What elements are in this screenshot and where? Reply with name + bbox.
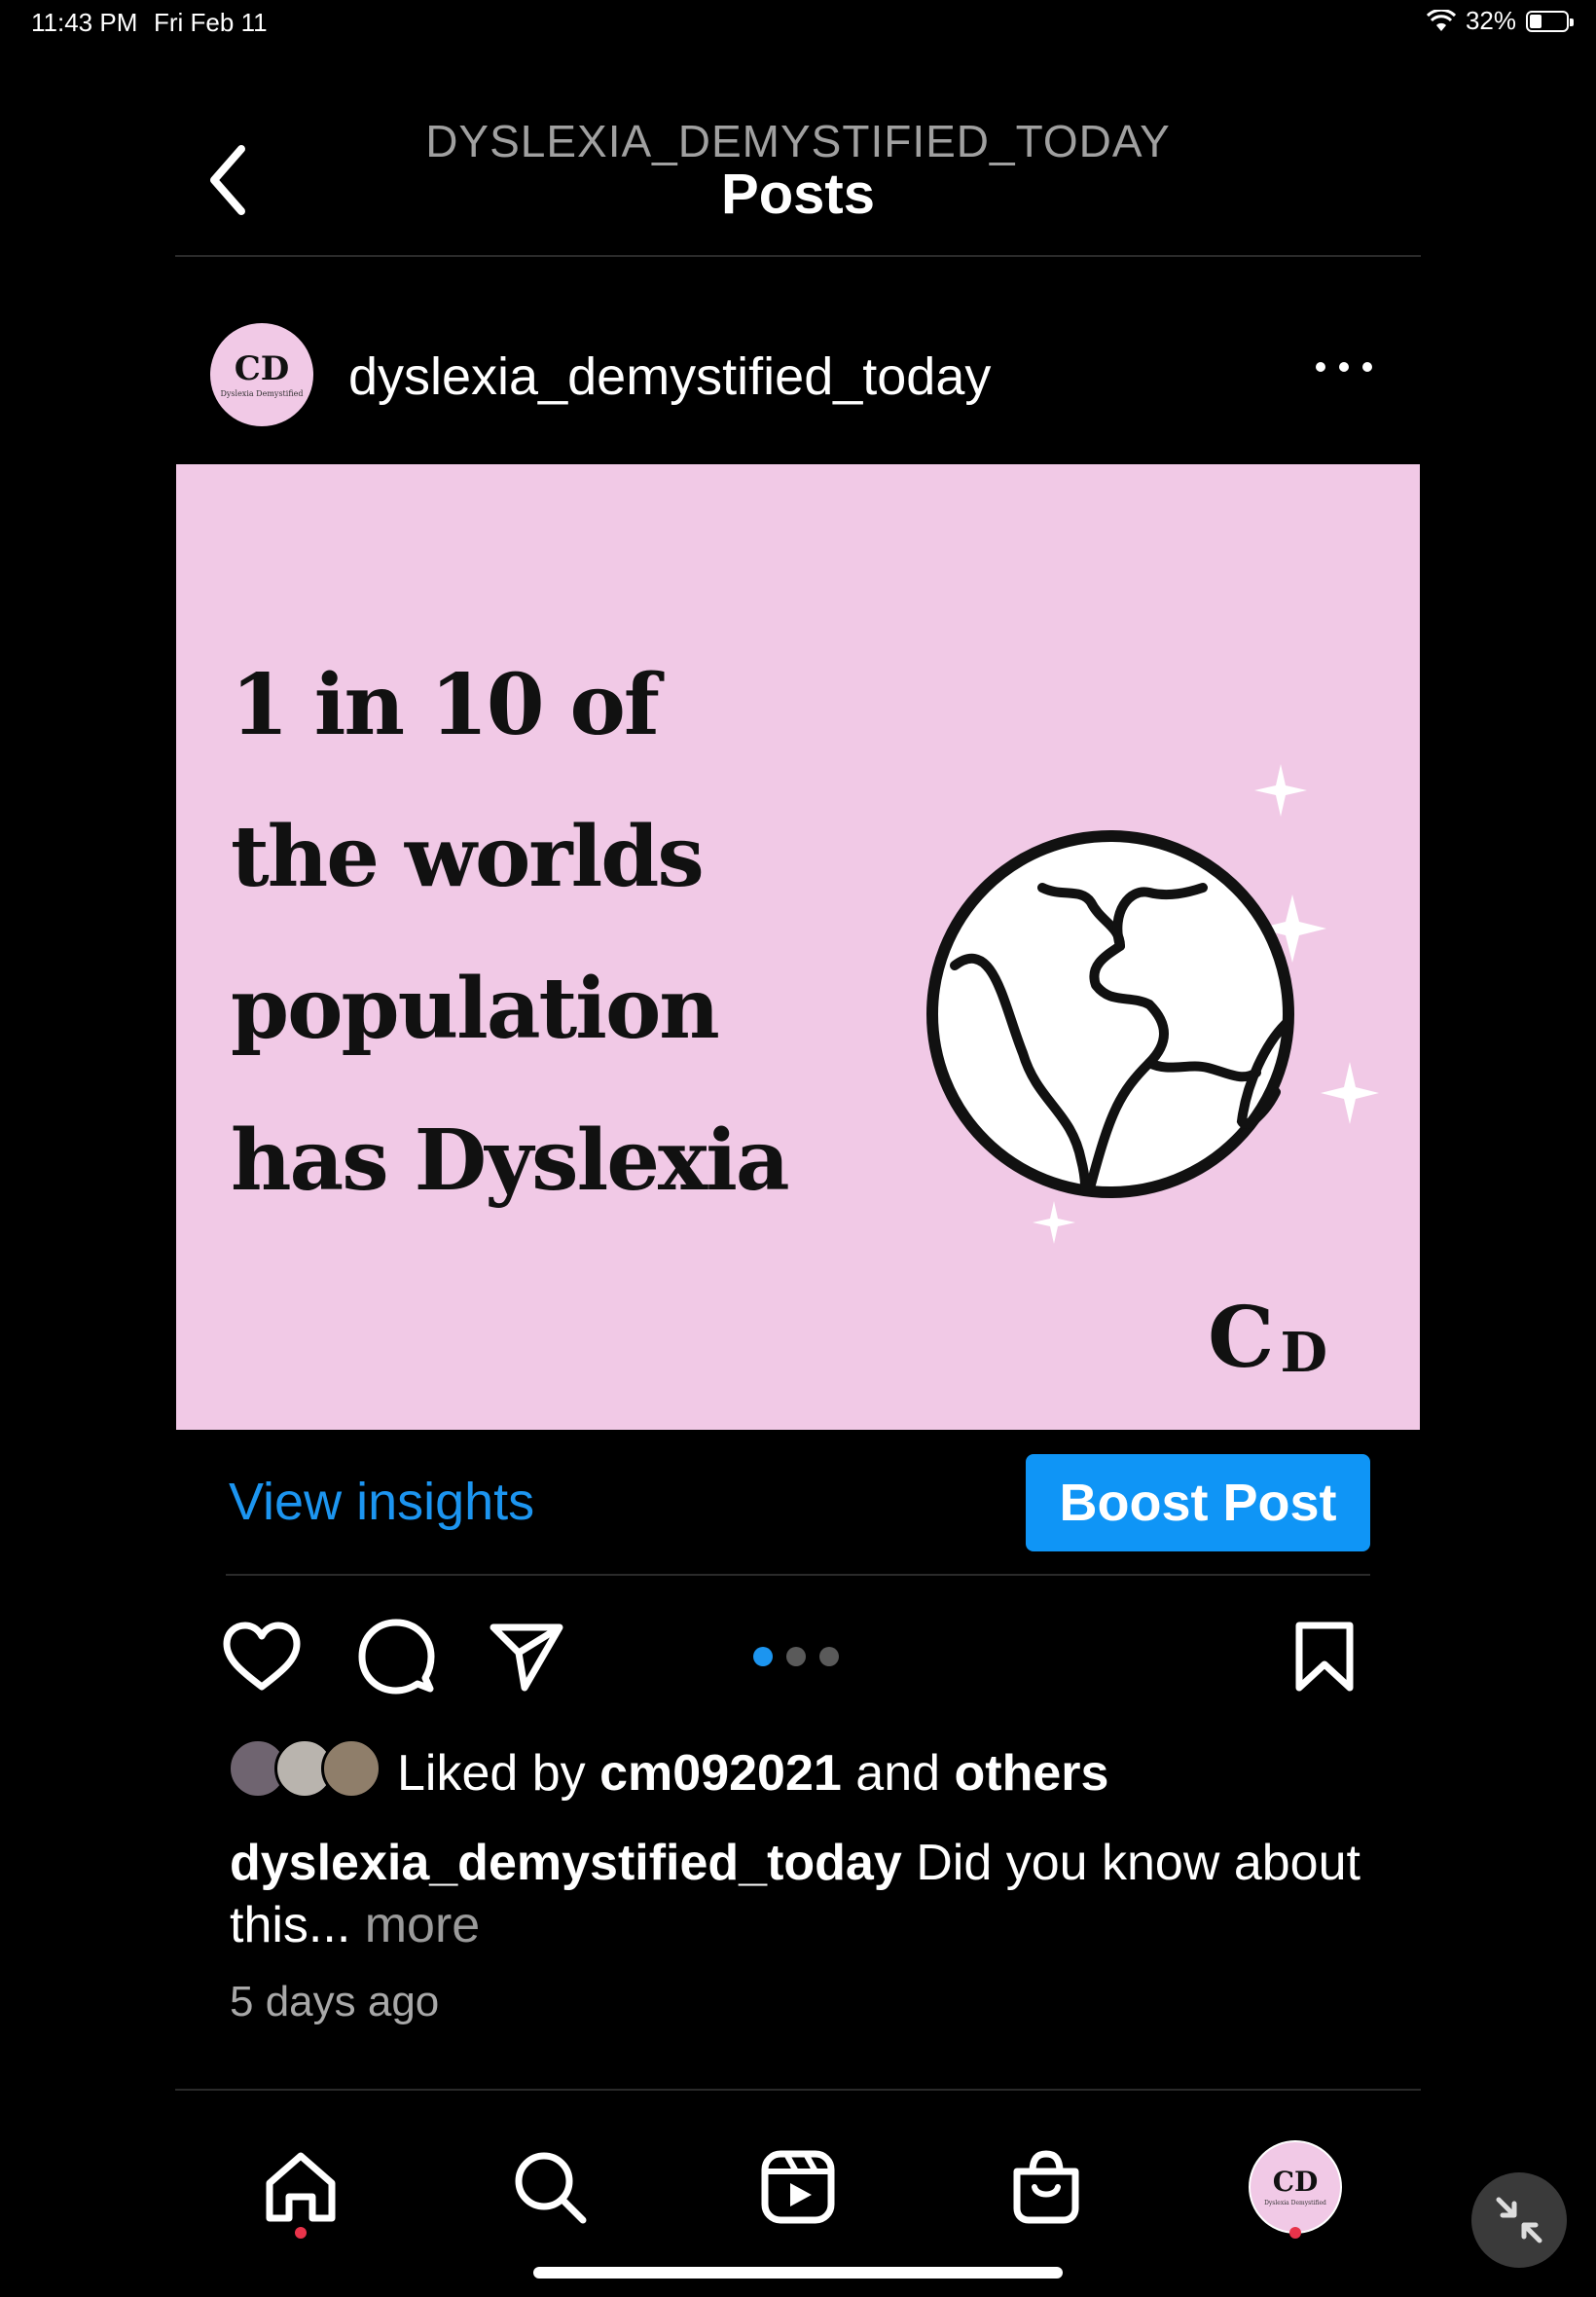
page-title: Posts [721, 163, 875, 226]
likes-summary[interactable]: Liked by cm092021 and others [397, 1744, 1108, 1803]
more-dot [1339, 362, 1349, 372]
home-notification-dot [295, 2227, 307, 2239]
view-insights-link[interactable]: View insights [229, 1472, 534, 1532]
brand-logo-c: Ⅽ [1208, 1289, 1275, 1387]
headline-line: 1 in 10 of [231, 656, 660, 754]
avatar-logo-subtitle: Dyslexia Demystified [220, 388, 304, 398]
post-image[interactable]: 1 in 10 of the worlds population has Dys… [176, 464, 1420, 1430]
heart-icon [223, 1622, 301, 1691]
liker-avatar [321, 1738, 381, 1799]
status-time: 11:43 PM [31, 8, 138, 37]
header-account-name: DYSLEXIA_DEMYSTIFIED_TODAY [425, 116, 1171, 166]
headline-line: the worlds [231, 808, 705, 906]
bookmark-icon [1295, 1622, 1354, 1692]
battery-icon [1526, 10, 1574, 32]
more-dot [1362, 362, 1372, 372]
battery-percent: 32% [1465, 6, 1516, 35]
carousel-dot [819, 1647, 839, 1666]
profile-notification-dot [1289, 2227, 1301, 2239]
insights-divider [226, 1574, 1370, 1576]
like-button[interactable] [220, 1618, 304, 1695]
boost-post-button[interactable]: Boost Post [1026, 1454, 1370, 1551]
post-timestamp: 5 days ago [230, 1978, 440, 2025]
nav-profile[interactable]: ⅭD Dyslexia Demystified [1242, 2133, 1349, 2241]
status-date: Fri Feb 11 [154, 8, 268, 37]
shop-icon [1013, 2150, 1079, 2224]
nav-divider [175, 2089, 1421, 2091]
brand-logo-d: D [1280, 1321, 1328, 1385]
share-button[interactable] [485, 1618, 568, 1695]
caption-username[interactable]: dyslexia_demystified_today [230, 1835, 902, 1891]
profile-avatar-logo: ⅭD [1272, 2165, 1319, 2198]
avatar-logo: ⅭD [234, 348, 290, 388]
profile-avatar: ⅭD Dyslexia Demystified [1249, 2140, 1342, 2234]
liker-avatars[interactable] [228, 1738, 383, 1799]
comment-button[interactable] [354, 1618, 438, 1695]
likes-and: and [855, 1745, 941, 1802]
nav-home[interactable] [247, 2133, 354, 2241]
minimize-arrows-icon [1496, 2197, 1542, 2243]
profile-avatar-subtitle: Dyslexia Demystified [1264, 2199, 1326, 2206]
post-caption: dyslexia_demystified_today Did you know … [230, 1832, 1378, 1956]
minimize-button[interactable] [1471, 2172, 1567, 2268]
globe-icon [926, 764, 1379, 1244]
home-icon [266, 2152, 336, 2222]
brand-logo: Ⅽ D [1208, 1289, 1328, 1387]
likes-prefix: Liked by [397, 1745, 586, 1802]
nav-search[interactable] [496, 2133, 603, 2241]
nav-shop[interactable] [993, 2133, 1100, 2241]
headline-line: has Dyslexia [231, 1112, 790, 1210]
comment-icon [358, 1619, 435, 1695]
more-horizontal-icon [1316, 362, 1325, 372]
battery-fill [1530, 14, 1542, 28]
home-indicator[interactable] [533, 2267, 1063, 2279]
likes-others[interactable]: others [955, 1745, 1109, 1802]
liker-username[interactable]: cm092021 [599, 1745, 842, 1802]
headline-line: population [231, 960, 720, 1058]
nav-reels[interactable] [744, 2133, 852, 2241]
post-username[interactable]: dyslexia_demystified_today [348, 346, 991, 407]
reels-icon [761, 2150, 835, 2224]
post-image-headline: 1 in 10 of the worlds population has Dys… [231, 630, 790, 1237]
send-icon [490, 1623, 563, 1692]
post-avatar[interactable]: ⅭD Dyslexia Demystified [210, 323, 313, 426]
save-button[interactable] [1283, 1616, 1366, 1697]
caption-more-link[interactable]: more [365, 1897, 480, 1953]
more-options-button[interactable] [1316, 352, 1372, 382]
carousel-dot [753, 1647, 773, 1666]
search-icon [515, 2152, 587, 2224]
status-indicators: 32% [1426, 6, 1574, 36]
carousel-dot [786, 1647, 806, 1666]
wifi-icon [1426, 9, 1456, 31]
carousel-indicator [753, 1647, 839, 1666]
header-divider [175, 255, 1421, 257]
